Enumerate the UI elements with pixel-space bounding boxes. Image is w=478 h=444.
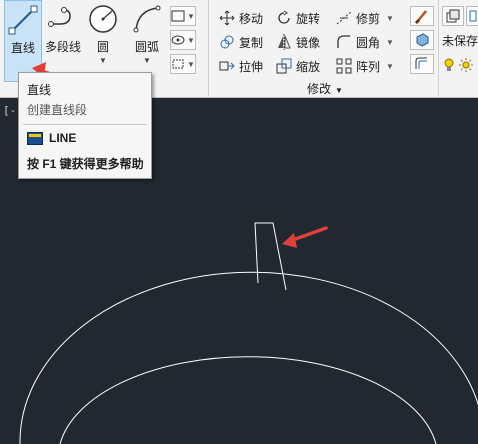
inner-circle-arc [59,356,437,444]
drawn-line-segment [254,222,287,291]
tooltip-divider [23,124,147,125]
outer-circle-arc [19,271,478,444]
red-annotation-arrow-2 [282,226,328,248]
line-tooltip: 直线 创建直线段 LINE 按 F1 键获得更多帮助 [18,72,152,179]
command-line-icon [27,131,43,145]
tooltip-command: LINE [49,131,77,145]
tooltip-command-row: LINE [27,131,76,145]
tooltip-description: 创建直线段 [27,103,88,117]
tooltip-help-text: 按 F1 键获得更多帮助 [27,157,144,171]
tooltip-title: 直线 [27,83,52,97]
